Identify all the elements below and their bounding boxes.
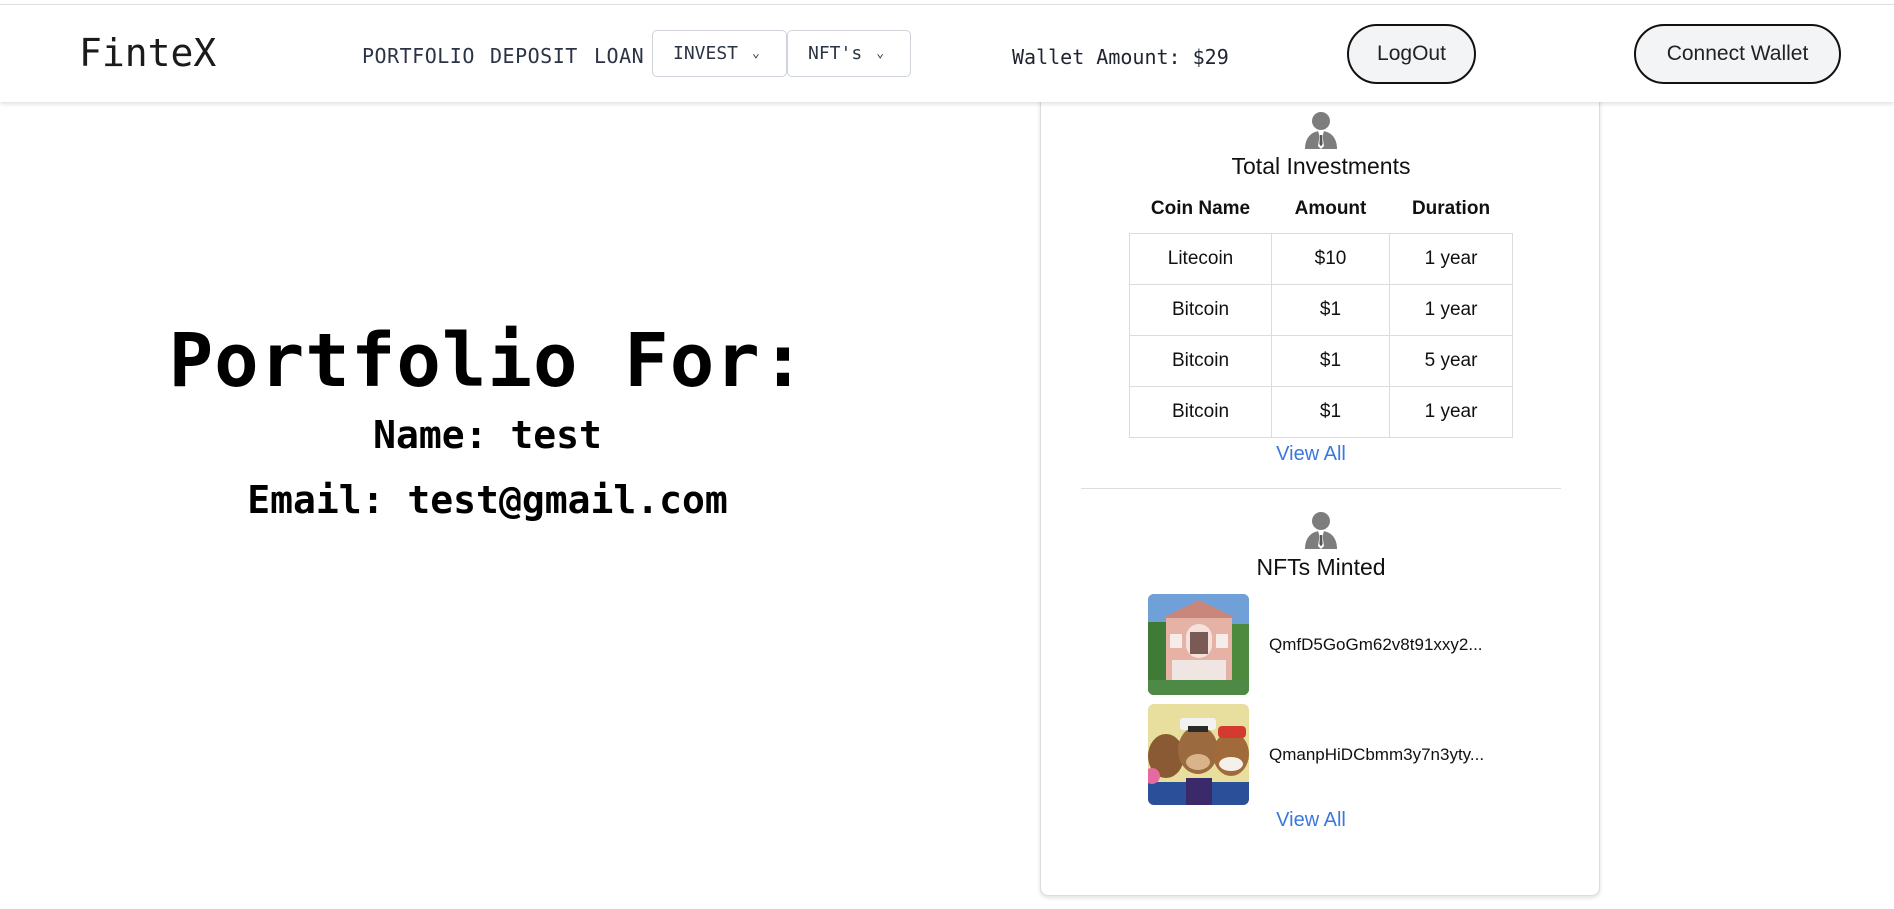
table-row: Litecoin $10 1 year bbox=[1129, 232, 1513, 285]
nft-apes-image bbox=[1148, 704, 1249, 805]
column-header: Coin Name bbox=[1150, 197, 1251, 219]
section-divider bbox=[1081, 488, 1561, 489]
navbar: FinteX PORTFOLIO DEPOSIT LOAN INVEST ⌄ N… bbox=[0, 5, 1894, 102]
nfts-dropdown[interactable]: NFT's ⌄ bbox=[787, 30, 911, 77]
coin-name-cell: Litecoin bbox=[1129, 232, 1272, 285]
column-header: Amount bbox=[1294, 197, 1367, 219]
amount-cell: $10 bbox=[1271, 232, 1390, 285]
nav-deposit[interactable]: DEPOSIT bbox=[490, 44, 578, 68]
nft-house-image bbox=[1148, 594, 1249, 695]
coin-name-cell: Bitcoin bbox=[1129, 385, 1272, 438]
amount-cell: $1 bbox=[1271, 385, 1390, 438]
invest-dropdown[interactable]: INVEST ⌄ bbox=[652, 30, 787, 77]
chevron-down-icon: ⌄ bbox=[876, 46, 885, 61]
nfts-title: NFTs Minted bbox=[1256, 554, 1386, 580]
nft-hash: QmfD5GoGm62v8t91xxy2... bbox=[1269, 634, 1483, 654]
invest-dropdown-label: INVEST bbox=[673, 43, 739, 64]
nfts-dropdown-label: NFT's bbox=[808, 43, 863, 64]
user-avatar-icon bbox=[1305, 112, 1337, 149]
table-header-row: Coin Name Amount Duration bbox=[1130, 185, 1513, 233]
coin-name-cell: Bitcoin bbox=[1129, 283, 1272, 336]
amount-cell: $1 bbox=[1271, 283, 1390, 336]
coin-name-cell: Bitcoin bbox=[1129, 334, 1272, 387]
duration-cell: 1 year bbox=[1389, 283, 1513, 336]
portfolio-name: Name: test bbox=[373, 413, 602, 457]
wallet-amount: Wallet Amount: $29 bbox=[1012, 45, 1229, 69]
table-row: Bitcoin $1 1 year bbox=[1129, 283, 1513, 336]
nft-hash: QmanpHiDCbmm3y7n3yty... bbox=[1269, 744, 1485, 764]
duration-cell: 1 year bbox=[1389, 232, 1513, 285]
nfts-view-all-link[interactable]: View All bbox=[1031, 809, 1591, 832]
connect-wallet-button[interactable]: Connect Wallet bbox=[1634, 24, 1841, 84]
investments-table: Coin Name Amount Duration Litecoin $10 1… bbox=[1129, 185, 1513, 438]
column-header: Duration bbox=[1411, 197, 1491, 219]
table-row: Bitcoin $1 5 year bbox=[1129, 334, 1513, 387]
summary-card: Total Investments Coin Name Amount Durat… bbox=[1040, 70, 1600, 896]
nav-loan[interactable]: LOAN bbox=[594, 44, 644, 68]
nft-item[interactable]: QmfD5GoGm62v8t91xxy2... bbox=[1148, 594, 1483, 695]
investments-title: Total Investments bbox=[1231, 153, 1411, 179]
nav-portfolio[interactable]: PORTFOLIO bbox=[362, 44, 475, 68]
duration-cell: 5 year bbox=[1389, 334, 1513, 387]
user-avatar-icon bbox=[1305, 512, 1337, 549]
portfolio-email: Email: test@gmail.com bbox=[247, 478, 728, 522]
table-row: Bitcoin $1 1 year bbox=[1129, 385, 1513, 438]
duration-cell: 1 year bbox=[1389, 385, 1513, 438]
chevron-down-icon: ⌄ bbox=[752, 46, 760, 61]
amount-cell: $1 bbox=[1271, 334, 1390, 387]
logout-button[interactable]: LogOut bbox=[1347, 24, 1476, 84]
brand-logo[interactable]: FinteX bbox=[79, 31, 216, 75]
nft-item[interactable]: QmanpHiDCbmm3y7n3yty... bbox=[1148, 704, 1484, 805]
investments-view-all-link[interactable]: View All bbox=[1031, 443, 1591, 466]
portfolio-title: Portfolio For: bbox=[168, 318, 807, 404]
